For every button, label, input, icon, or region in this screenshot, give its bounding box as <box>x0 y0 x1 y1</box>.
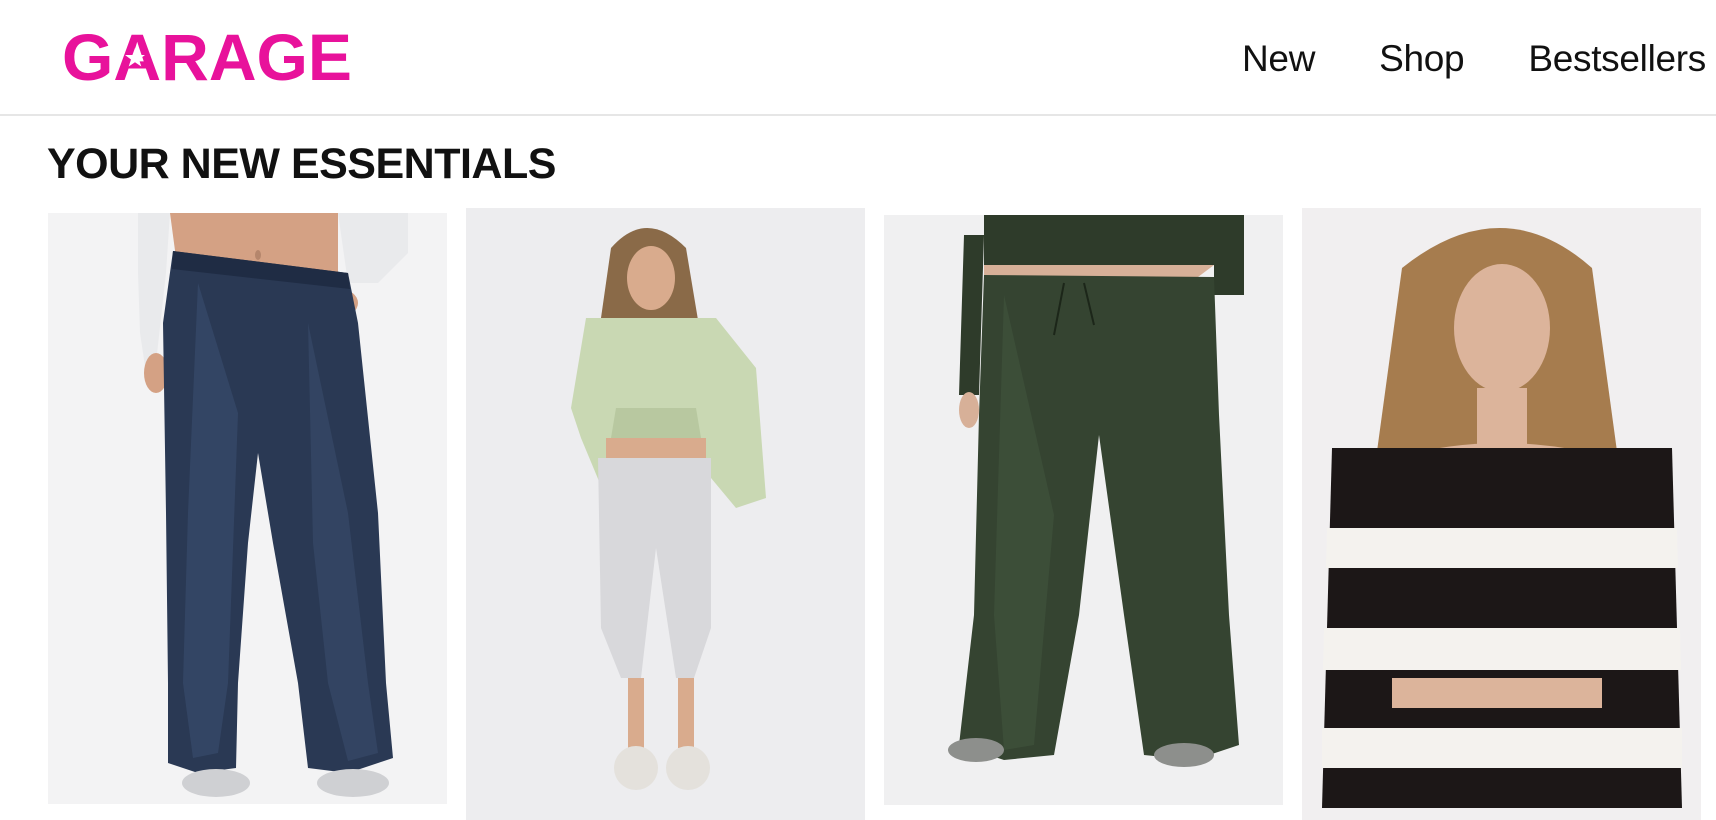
garage-logo[interactable]: GARAGE <box>62 28 354 86</box>
product-card-wide-leg-pants[interactable] <box>884 215 1283 805</box>
nav-new[interactable]: New <box>1242 36 1315 82</box>
main-nav: New Shop Bestsellers <box>1178 36 1706 82</box>
product-image-pants <box>884 215 1283 805</box>
svg-text:GARAGE: GARAGE <box>62 28 352 86</box>
product-card-hoodie-leggings[interactable] <box>466 208 865 820</box>
product-image-striped-top <box>1302 208 1701 820</box>
product-card-baggy-jeans[interactable] <box>48 213 447 804</box>
site-header: GARAGE New Shop Bestsellers <box>0 0 1716 116</box>
product-card-striped-top[interactable] <box>1302 208 1701 820</box>
nav-shop[interactable]: Shop <box>1379 36 1465 82</box>
garage-logo-wordmark: GARAGE <box>62 28 352 86</box>
section-title: YOUR NEW ESSENTIALS <box>47 140 556 188</box>
product-image-hoodie <box>466 208 865 820</box>
nav-bestsellers[interactable]: Bestsellers <box>1528 36 1706 82</box>
product-image-jeans <box>48 213 447 804</box>
